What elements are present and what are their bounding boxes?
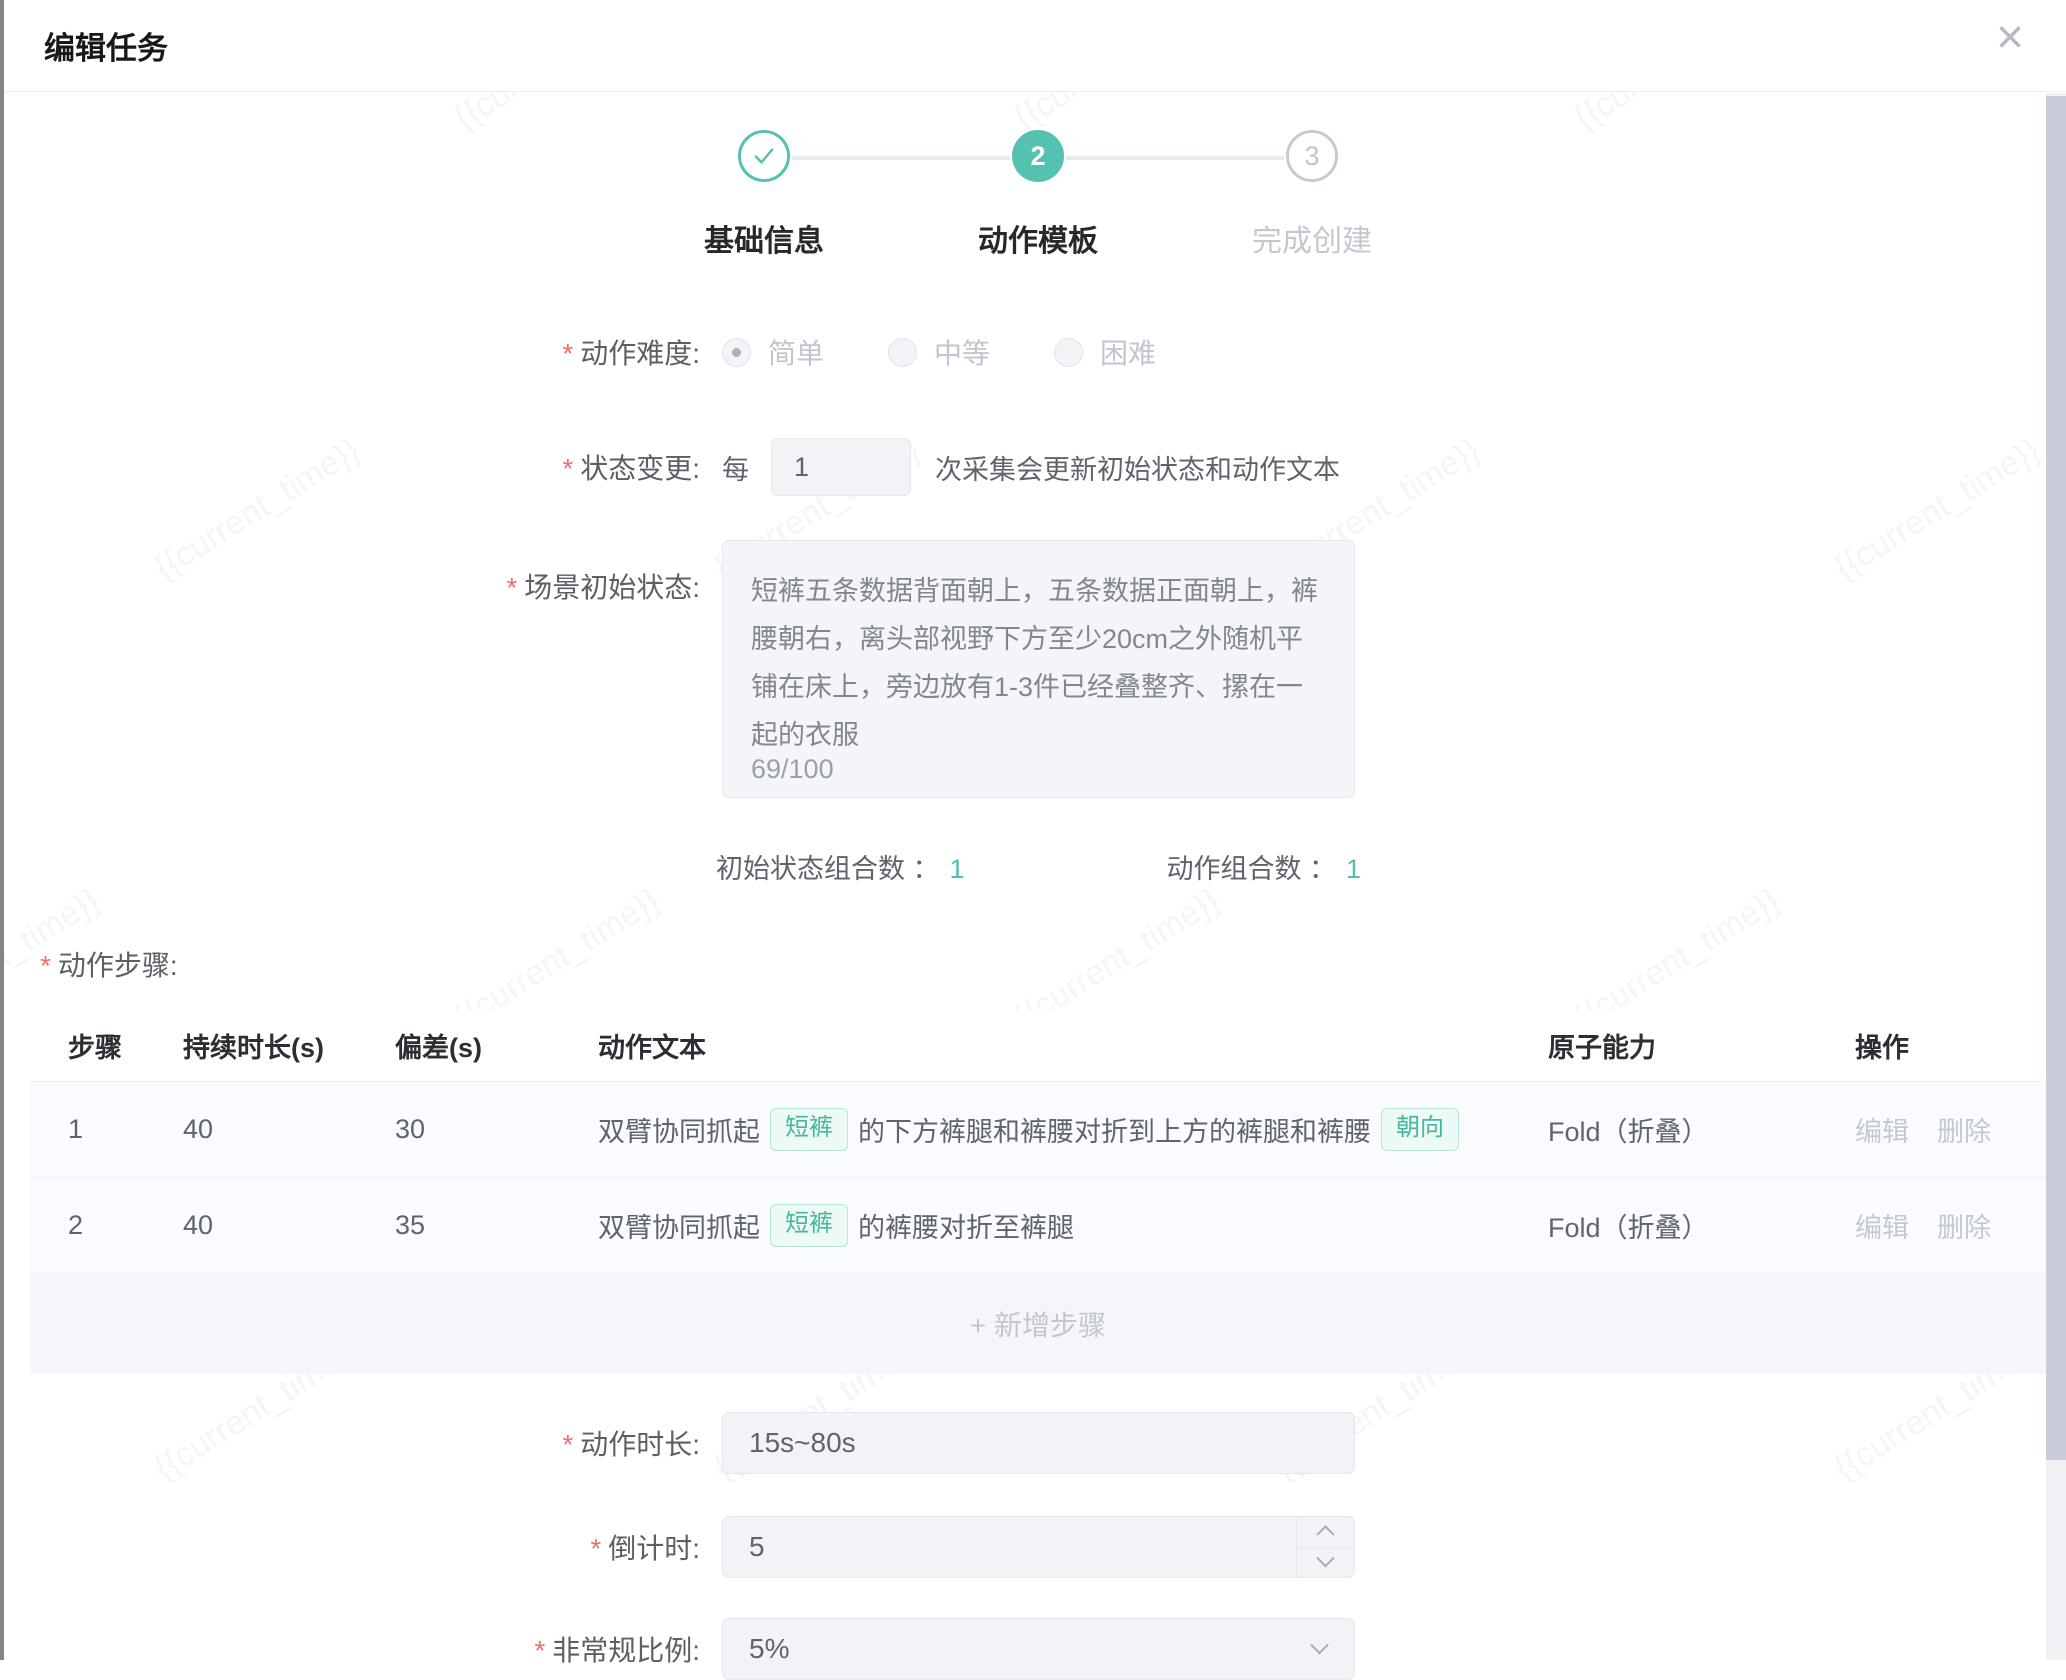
step-connector bbox=[792, 156, 1010, 160]
edit-link[interactable]: 编辑 bbox=[1855, 1110, 1909, 1149]
radio-circle-icon bbox=[888, 338, 917, 367]
chevron-up-icon bbox=[1316, 1525, 1334, 1543]
difficulty-label: 动作难度: bbox=[580, 338, 700, 369]
state-change-label: 状态变更: bbox=[580, 453, 700, 484]
state-change-input[interactable] bbox=[771, 438, 911, 496]
action-combos-label: 动作组合数 ： bbox=[1166, 854, 1336, 884]
ratio-value: 5% bbox=[749, 1633, 789, 1665]
state-change-suffix: 次采集会更新初始状态和动作文本 bbox=[935, 448, 1340, 487]
steps-table: 步骤 持续时长(s) 偏差(s) 动作文本 原子能力 操作 14030双臂协同抓… bbox=[30, 1010, 2046, 1374]
entity-tag: 短裤 bbox=[770, 1204, 848, 1246]
delete-link[interactable]: 删除 bbox=[1937, 1206, 1991, 1245]
step-connector bbox=[1066, 156, 1284, 160]
duration-input[interactable] bbox=[722, 1412, 1355, 1474]
duration-row: *动作时长: bbox=[0, 1412, 2066, 1474]
chevron-down-icon bbox=[1310, 1636, 1328, 1654]
col-deviation: 偏差(s) bbox=[380, 1026, 585, 1065]
ratio-select[interactable]: 5% bbox=[722, 1618, 1355, 1680]
page-edge bbox=[0, 0, 4, 1660]
atomic-ability: Fold（折叠） bbox=[1535, 1206, 1840, 1245]
entity-tag: 朝向 bbox=[1381, 1108, 1459, 1150]
dialog-header: 编辑任务 × bbox=[0, 0, 2066, 92]
radio-hard[interactable]: 困难 bbox=[1054, 332, 1156, 372]
step-1-check-icon bbox=[738, 130, 790, 182]
dialog-title: 编辑任务 bbox=[44, 23, 168, 68]
chevron-down-icon bbox=[1316, 1549, 1334, 1567]
initial-combos-value: 1 bbox=[950, 854, 965, 884]
edit-link[interactable]: 编辑 bbox=[1855, 1206, 1909, 1245]
col-operations: 操作 bbox=[1840, 1026, 2046, 1065]
countdown-input[interactable] bbox=[722, 1516, 1355, 1578]
col-action-text: 动作文本 bbox=[585, 1026, 1535, 1065]
table-row: 24035双臂协同抓起短裤的裤腰对折至裤腿Fold（折叠）编辑删除 bbox=[30, 1178, 2046, 1274]
state-change-row: *状态变更: 每 次采集会更新初始状态和动作文本 bbox=[0, 438, 2066, 496]
countdown-row: *倒计时: bbox=[0, 1516, 2066, 1578]
step-2-label: 动作模板 bbox=[908, 216, 1168, 260]
ratio-label: 非常规比例: bbox=[552, 1635, 700, 1666]
initial-state-row: *场景初始状态: 短裤五条数据背面朝上，五条数据正面朝上，裤腰朝右，离头部视野下… bbox=[0, 540, 2066, 803]
scrollbar-thumb[interactable] bbox=[2046, 96, 2066, 1460]
duration-label: 动作时长: bbox=[580, 1429, 700, 1460]
number-stepper bbox=[1296, 1517, 1354, 1577]
action-steps-title: *动作步骤: bbox=[40, 944, 2066, 984]
scrollbar-track[interactable] bbox=[2046, 93, 2066, 1660]
stepper: 2 3 基础信息 动作模板 完成创建 bbox=[0, 110, 2066, 270]
initial-state-label: 场景初始状态: bbox=[524, 572, 700, 603]
state-change-prefix: 每 bbox=[722, 448, 749, 487]
table-header: 步骤 持续时长(s) 偏差(s) 动作文本 原子能力 操作 bbox=[30, 1010, 2046, 1082]
combination-stats: 初始状态组合数 ： 1 动作组合数 ： 1 bbox=[716, 847, 1361, 886]
col-ability: 原子能力 bbox=[1535, 1026, 1840, 1065]
add-step-button[interactable]: + 新增步骤 bbox=[30, 1274, 2046, 1374]
step-2-indicator: 2 bbox=[1012, 130, 1064, 182]
required-mark: * bbox=[562, 338, 573, 369]
step-3-indicator: 3 bbox=[1286, 130, 1338, 182]
radio-medium[interactable]: 中等 bbox=[888, 332, 990, 372]
radio-circle-icon bbox=[1054, 338, 1083, 367]
entity-tag: 短裤 bbox=[770, 1108, 848, 1150]
delete-link[interactable]: 删除 bbox=[1937, 1110, 1991, 1149]
steps-table-rows: 14030双臂协同抓起短裤的下方裤腿和裤腰对折到上方的裤腿和裤腰朝向Fold（折… bbox=[30, 1082, 2046, 1274]
initial-combos-label: 初始状态组合数 ： bbox=[716, 854, 940, 884]
radio-circle-icon bbox=[722, 338, 751, 367]
ratio-row: *非常规比例: 5% bbox=[0, 1618, 2066, 1680]
countdown-label: 倒计时: bbox=[608, 1533, 700, 1564]
close-icon[interactable]: × bbox=[1996, 14, 2024, 62]
atomic-ability: Fold（折叠） bbox=[1535, 1110, 1840, 1149]
table-row: 14030双臂协同抓起短裤的下方裤腿和裤腰对折到上方的裤腿和裤腰朝向Fold（折… bbox=[30, 1082, 2046, 1178]
decrease-button[interactable] bbox=[1297, 1547, 1354, 1578]
char-counter: 69/100 bbox=[751, 754, 834, 785]
increase-button[interactable] bbox=[1297, 1517, 1354, 1547]
col-step: 步骤 bbox=[30, 1026, 170, 1065]
action-combos-value: 1 bbox=[1346, 854, 1361, 884]
difficulty-row: *动作难度: 简单 中等 困难 bbox=[0, 332, 2066, 372]
radio-easy[interactable]: 简单 bbox=[722, 332, 824, 372]
step-1-label: 基础信息 bbox=[634, 216, 894, 260]
step-3-label: 完成创建 bbox=[1182, 216, 1442, 260]
col-duration: 持续时长(s) bbox=[170, 1026, 380, 1065]
